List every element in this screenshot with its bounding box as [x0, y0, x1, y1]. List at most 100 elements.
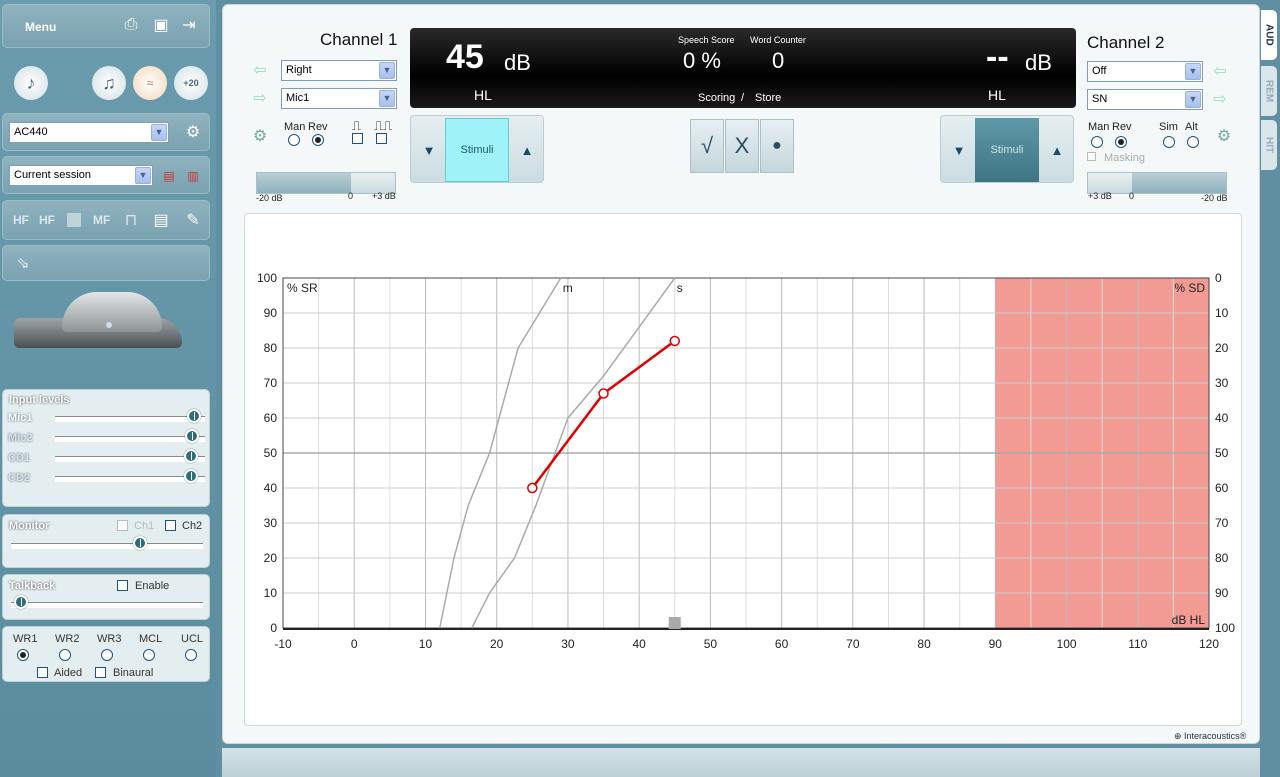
- word-list-label: MCL: [139, 633, 163, 645]
- speech-test-icon[interactable]: ♪: [14, 66, 48, 100]
- monitor-slider[interactable]: [11, 536, 203, 550]
- tab-rem[interactable]: REM: [1261, 66, 1277, 116]
- input-level-slider[interactable]: [55, 429, 205, 443]
- channel1-increase-button[interactable]: ▲: [511, 118, 543, 182]
- input-level-slider[interactable]: [55, 409, 205, 423]
- print-icon[interactable]: ⎙: [119, 13, 143, 37]
- talkback-enable-checkbox[interactable]: [117, 580, 128, 591]
- input-level-slider[interactable]: [55, 469, 205, 483]
- word-list-label: WR1: [13, 633, 38, 645]
- channel2-increase-button[interactable]: ▲: [1041, 118, 1073, 182]
- channel1-output-select[interactable]: Right ▼: [281, 60, 397, 81]
- channel1-title: Channel 1: [320, 30, 398, 49]
- notes-icon[interactable]: ▤: [149, 208, 173, 232]
- tab-aud[interactable]: AUD: [1261, 10, 1277, 60]
- stop-icon[interactable]: [67, 213, 81, 227]
- x-unit-label: dB HL: [1172, 613, 1206, 627]
- scoring-button[interactable]: Scoring: [698, 92, 735, 104]
- channel1-input-select[interactable]: Mic1 ▼: [281, 88, 397, 109]
- input-level-slider[interactable]: [55, 449, 205, 463]
- channel1-input-value: Mic1: [286, 92, 310, 104]
- y-left-tick-label: 50: [264, 446, 278, 460]
- y-right-tick-label: 60: [1215, 481, 1229, 495]
- binaural-checkbox[interactable]: [95, 667, 106, 678]
- menu-button[interactable]: Menu: [25, 20, 56, 34]
- talkback-slider[interactable]: [11, 595, 203, 609]
- right-tabs: AUD REM HIT: [1260, 4, 1280, 777]
- x-tick-label: 70: [846, 637, 860, 651]
- masking-checkbox[interactable]: [1087, 152, 1096, 161]
- single-pulse-checkbox[interactable]: [352, 133, 363, 144]
- input-level-knob[interactable]: [186, 409, 201, 423]
- hfz-button[interactable]: HF: [39, 213, 55, 227]
- channel2-alt-radio[interactable]: [1187, 136, 1199, 148]
- plus-20db-icon[interactable]: +20: [174, 66, 208, 100]
- talkback-slider-knob[interactable]: [13, 595, 28, 609]
- word-list-label: WR3: [97, 633, 122, 645]
- input-level-knob[interactable]: [183, 449, 198, 463]
- channel1-settings-gear-icon[interactable]: ⚙: [248, 124, 272, 148]
- channel2-settings-gear-icon[interactable]: ⚙: [1212, 124, 1236, 148]
- channel2-rev-radio[interactable]: [1115, 136, 1127, 148]
- brand-label: Interacoustics®: [1184, 731, 1247, 741]
- session-panel: Current session ▼ ▤ ▥: [2, 156, 210, 194]
- lock-icon[interactable]: ⊓: [119, 208, 143, 232]
- multi-pulse-checkbox[interactable]: [376, 133, 387, 144]
- channel2-sim-label: Sim: [1159, 121, 1178, 133]
- speech-audiogram-svg: -10 0 10 20 30 40 50 60 70 80 90 100 110 120100908070…: [257, 271, 1235, 651]
- mf-button[interactable]: MF: [93, 213, 110, 227]
- channel2-input-select[interactable]: SN ▼: [1087, 89, 1203, 110]
- monitor-panel: Monitor Ch1 Ch2: [2, 514, 210, 568]
- session-new-icon[interactable]: ▥: [181, 164, 205, 188]
- session-value: Current session: [14, 169, 92, 181]
- transducer-panel: AC440 ▼ ⚙: [2, 113, 210, 151]
- channel1-rev-radio[interactable]: [312, 134, 324, 146]
- store-button[interactable]: Store: [755, 92, 781, 104]
- incorrect-button[interactable]: X: [725, 119, 759, 173]
- channel2-intensity: --: [986, 38, 1009, 76]
- channel2-man-radio[interactable]: [1091, 136, 1103, 148]
- exit-icon[interactable]: ⇥: [177, 13, 201, 37]
- tab-hit[interactable]: HIT: [1261, 120, 1277, 170]
- monitor-ch1-checkbox[interactable]: [117, 520, 128, 531]
- channel1-stimuli-button[interactable]: Stimuli: [445, 118, 509, 182]
- correct-button[interactable]: √: [690, 119, 724, 173]
- word-list-radio[interactable]: [185, 649, 197, 661]
- device-icon[interactable]: ⇘: [11, 251, 35, 275]
- word-list-radio[interactable]: [143, 649, 155, 661]
- edit-icon[interactable]: ✎: [181, 208, 205, 232]
- music-note-icon[interactable]: ♫: [92, 66, 126, 100]
- menu-panel: Menu ⎙ ▣ ⇥: [2, 4, 210, 48]
- channel2-decrease-button[interactable]: ▼: [943, 118, 975, 182]
- status-bar: [222, 748, 1260, 777]
- word-list-radio[interactable]: [17, 649, 29, 661]
- channel2-stimuli-button[interactable]: Stimuli: [975, 118, 1039, 182]
- y-right-tick-label: 20: [1215, 341, 1229, 355]
- x-tick-label: 100: [1057, 637, 1077, 651]
- audiometer-panel: ⇘: [2, 245, 210, 281]
- channel2-title: Channel 2: [1087, 33, 1165, 52]
- chevron-down-icon: ▼: [1185, 91, 1201, 108]
- save-icon[interactable]: ▣: [149, 13, 173, 37]
- hf-button[interactable]: HF: [13, 213, 29, 227]
- session-load-icon[interactable]: ▤: [157, 164, 181, 188]
- word-list-radio[interactable]: [59, 649, 71, 661]
- channel2-sim-radio[interactable]: [1163, 136, 1175, 148]
- aided-label: Aided: [54, 667, 83, 679]
- gear-icon[interactable]: ⚙: [181, 120, 205, 144]
- channel1-decrease-button[interactable]: ▼: [413, 118, 445, 182]
- transducer-select[interactable]: AC440 ▼: [9, 122, 169, 143]
- input-level-knob[interactable]: [185, 429, 199, 443]
- channel2-output-select[interactable]: Off ▼: [1087, 61, 1203, 82]
- word-list-radio[interactable]: [101, 649, 113, 661]
- session-select[interactable]: Current session ▼: [9, 165, 153, 186]
- input-level-knob[interactable]: [183, 469, 198, 483]
- channel1-man-radio[interactable]: [288, 134, 300, 146]
- record-button[interactable]: ●: [760, 119, 794, 173]
- monitor-slider-knob[interactable]: [132, 536, 147, 550]
- channel2-scale-min: -20 dB: [1201, 193, 1228, 203]
- word-counter-label: Word Counter: [750, 35, 806, 45]
- hearing-aid-icon[interactable]: ≈: [133, 66, 167, 100]
- monitor-ch2-checkbox[interactable]: [165, 520, 176, 531]
- aided-checkbox[interactable]: [37, 667, 48, 678]
